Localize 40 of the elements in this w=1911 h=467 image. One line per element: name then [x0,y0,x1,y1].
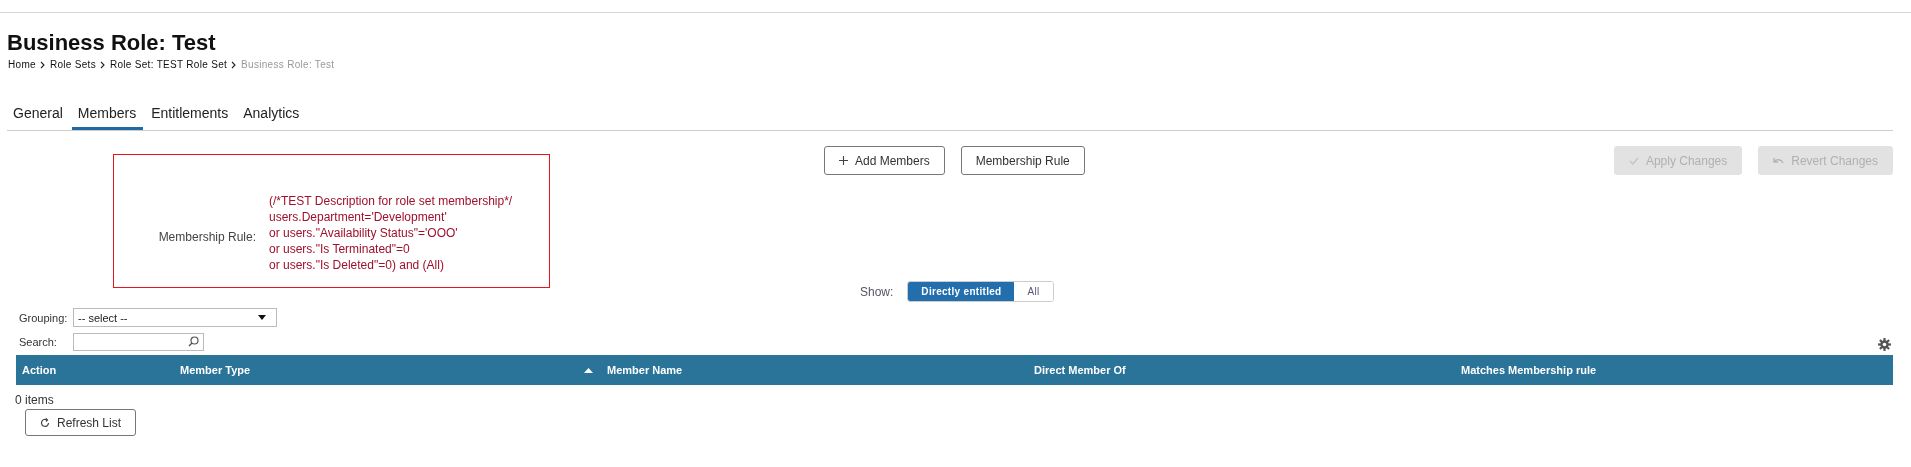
membership-rule-label: Membership Rule: [157,230,256,244]
breadcrumb-link[interactable]: Home [8,59,36,70]
show-label: Show: [860,284,894,299]
chevron-icon [99,60,105,69]
grouping-label: Grouping: [19,311,69,324]
filter-toggle-option[interactable]: Directly entitled [908,282,1015,301]
refresh-button[interactable]: Refresh List [25,409,137,436]
settings-icon[interactable] [1878,338,1891,351]
tab[interactable]: Entitlements [145,105,236,130]
sort-icon[interactable] [584,367,593,373]
breadcrumb-link[interactable]: Role Sets [49,59,96,70]
rule-text: or users."Availability Status"='OOO' [269,225,459,241]
column-header[interactable]: Member Type [180,364,251,376]
rule-text: (/*TEST Description for role set membership*/ [269,193,513,209]
column-header[interactable]: Action [22,364,57,376]
action-button[interactable]: Add Members [824,146,945,175]
item-count: 0 items [15,393,55,407]
tab[interactable]: General [7,105,70,130]
check-icon [1628,156,1639,165]
search-icon [188,336,199,347]
caret-icon [258,315,266,320]
undo-icon [1773,156,1785,165]
tab[interactable]: Members [71,105,144,130]
chevron-icon [39,60,45,69]
rule-text: or users."Is Deleted"=0) and (All) [269,257,445,273]
search-field[interactable] [73,332,204,351]
action-button[interactable]: Membership Rule [960,146,1085,175]
rule-text: or users."Is Terminated"=0 [269,241,411,257]
grouping-dropdown[interactable]: -- select -- [73,308,277,327]
breadcrumb-link[interactable]: Role Set: TEST Role Set [109,59,228,70]
search-label: Search: [19,335,58,348]
column-header[interactable]: Direct Member Of [1034,364,1126,376]
column-header[interactable]: Matches Membership rule [1461,364,1597,376]
chevron-icon [231,60,237,69]
tab[interactable]: Analytics [237,105,307,130]
refresh-icon [40,417,50,428]
plus-icon [839,156,848,165]
page-title: Business Role: Test [7,30,217,56]
column-header[interactable]: Member Name [607,364,683,376]
rule-text: users.Department='Development' [269,209,448,225]
